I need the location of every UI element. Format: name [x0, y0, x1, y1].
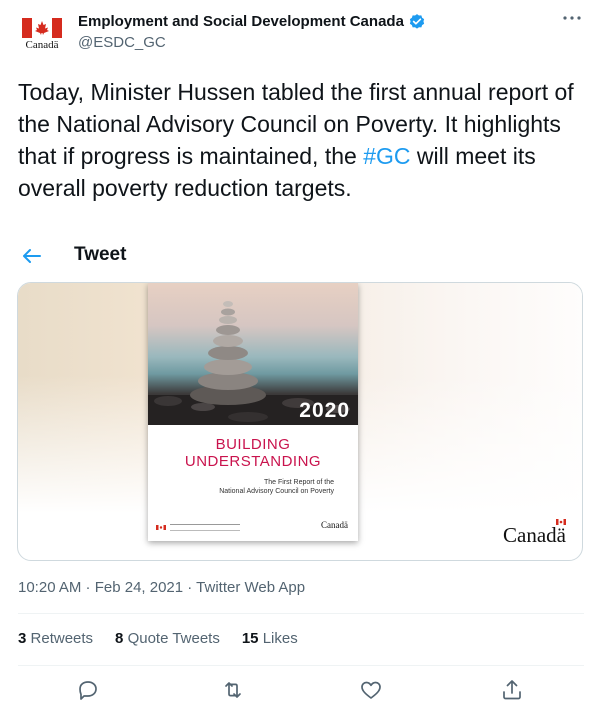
- cover-footer-wordmark: Canadä: [321, 520, 348, 530]
- cover-footer: Canadä: [156, 520, 350, 533]
- likes-stat[interactable]: 15 Likes: [242, 630, 298, 647]
- canada-wordmark: Canadä: [503, 519, 566, 548]
- canada-flag-icon: [22, 18, 62, 38]
- retweets-count: 3: [18, 630, 27, 647]
- tweet-nav: Tweet: [18, 238, 578, 274]
- tweet-timestamp[interactable]: 10:20 AM · Feb 24, 2021 · Twitter Web Ap…: [18, 579, 305, 596]
- quote-tweets-count: 8: [115, 630, 124, 647]
- avatar[interactable]: Canadä: [18, 12, 66, 60]
- author-handle[interactable]: @ESDC_GC: [78, 33, 426, 53]
- avatar-wordmark: Canadä: [25, 39, 59, 51]
- author-display-name-text: Employment and Social Development Canada: [78, 13, 404, 30]
- cover-subtitle-line2: National Advisory Council on Poverty: [219, 488, 334, 495]
- verified-badge-icon: [409, 14, 425, 29]
- cover-subtitle-line1: The First Report of the: [263, 479, 334, 486]
- quote-tweets-stat[interactable]: 8 Quote Tweets: [115, 630, 220, 647]
- tweet-actions: [0, 678, 598, 706]
- divider: [18, 665, 584, 666]
- cover-photo: 2020: [148, 283, 358, 425]
- cover-year: 2020: [299, 399, 350, 422]
- author-names: Employment and Social Development Canada…: [78, 12, 426, 53]
- cover-title-line1: BUILDING: [215, 436, 291, 453]
- author-display-name[interactable]: Employment and Social Development Canada: [78, 12, 426, 32]
- retweet-icon[interactable]: [221, 678, 245, 702]
- cover-title-line2: UNDERSTANDING: [184, 453, 322, 470]
- reply-icon[interactable]: [76, 678, 100, 702]
- tweet-header: Canadä Employment and Social Development…: [18, 12, 584, 60]
- report-cover: 2020 BUILDING UNDERSTANDING The First Re…: [148, 283, 358, 541]
- back-arrow-icon[interactable]: [18, 242, 46, 270]
- media-image[interactable]: 2020 BUILDING UNDERSTANDING The First Re…: [17, 282, 583, 561]
- divider: [18, 613, 584, 614]
- more-icon[interactable]: [560, 12, 584, 32]
- likes-count: 15: [241, 630, 259, 647]
- tweet-stats: 3 Retweets 8 Quote Tweets 15 Likes: [18, 630, 298, 647]
- canada-flag-icon: [156, 525, 166, 530]
- page-title: Tweet: [74, 244, 127, 265]
- retweets-stat[interactable]: 3 Retweets: [18, 630, 93, 647]
- canada-flag-icon: [556, 519, 566, 525]
- department-signature: [170, 524, 240, 531]
- share-icon[interactable]: [500, 678, 524, 702]
- hashtag-link[interactable]: #GC: [363, 143, 410, 169]
- canada-wordmark-text: Canadä: [503, 523, 566, 547]
- likes-label: Likes: [262, 630, 298, 647]
- retweets-label: Retweets: [30, 630, 94, 647]
- like-icon[interactable]: [359, 678, 383, 702]
- quote-tweets-label: Quote Tweets: [127, 630, 220, 647]
- tweet-text: Today, Minister Hussen tabled the first …: [18, 76, 578, 204]
